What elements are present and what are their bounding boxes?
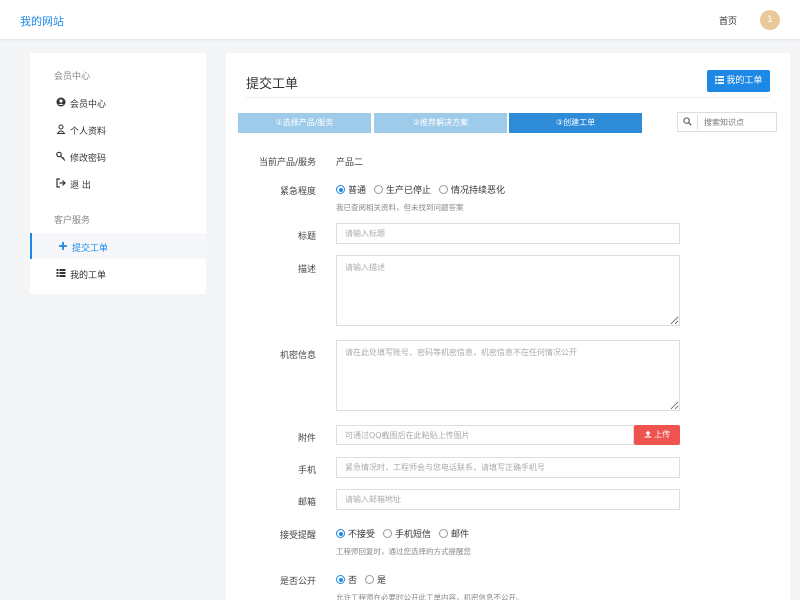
sidebar-item-my-tickets[interactable]: 我的工单 xyxy=(30,260,206,286)
site-brand-link[interactable]: 我的网站 xyxy=(20,13,64,29)
sidebar-group-customer-service: 客户服务 xyxy=(54,216,91,226)
reminder-hint: 工程师回复时，通过您选择的方式提醒您 xyxy=(336,547,471,556)
reminder-option-sms[interactable]: 手机短信 xyxy=(383,527,431,540)
top-bar: 我的网站 首页 1 xyxy=(0,0,800,40)
avatar[interactable]: 1 xyxy=(760,10,780,30)
radio-label: 生产已停止 xyxy=(386,186,432,196)
my-tickets-button-label: 我的工单 xyxy=(726,76,763,86)
sidebar-item-label: 提交工单 xyxy=(72,244,109,254)
step-recommended-solution[interactable]: ②推荐解决方案 xyxy=(374,113,507,133)
upload-button[interactable]: 上传 xyxy=(634,425,680,445)
title-input[interactable] xyxy=(336,223,680,244)
list-icon xyxy=(56,268,66,278)
home-link[interactable]: 首页 xyxy=(719,14,737,27)
reminder-option-none[interactable]: 不接受 xyxy=(336,527,375,540)
sidebar-item-label: 会员中心 xyxy=(70,100,107,110)
radio-label: 情况持续恶化 xyxy=(451,186,506,196)
radio-icon xyxy=(383,529,393,538)
public-label: 是否公开 xyxy=(279,577,316,587)
urgency-hint: 我已查阅相关资料，但未找到问题答案 xyxy=(336,203,464,212)
kb-search-input[interactable] xyxy=(697,115,773,130)
radio-label: 普通 xyxy=(348,186,367,196)
phone-input[interactable] xyxy=(336,457,680,478)
public-option-no[interactable]: 否 xyxy=(336,573,357,586)
attachment-input[interactable] xyxy=(336,425,634,445)
main-panel: 提交工单 我的工单 ①选择产品/服务 ②推荐解决方案 ③创建工单 当前产品/服务… xyxy=(226,53,790,600)
radio-icon xyxy=(365,575,375,584)
radio-checked-icon xyxy=(336,185,345,194)
sidebar-item-label: 我的工单 xyxy=(70,271,107,281)
user-icon xyxy=(56,124,66,134)
urgency-option-worsening[interactable]: 情况持续恶化 xyxy=(439,183,505,196)
reminder-option-email[interactable]: 邮件 xyxy=(439,527,469,540)
sidebar-item-submit-ticket[interactable]: 提交工单 xyxy=(30,233,206,259)
my-tickets-button[interactable]: 我的工单 xyxy=(707,70,770,92)
radio-label: 不接受 xyxy=(348,530,376,540)
radio-label: 邮件 xyxy=(451,530,470,540)
urgency-radio-group: 普通 生产已停止 情况持续恶化 xyxy=(336,183,513,196)
public-hint: 允许工程师在必要时公开此工单内容，机密信息不公开。 xyxy=(336,593,524,600)
sidebar-item-label: 修改密码 xyxy=(70,154,107,164)
title-divider xyxy=(246,97,770,98)
upload-button-label: 上传 xyxy=(654,430,671,439)
plus-icon xyxy=(58,241,68,251)
sidebar-item-label: 个人资料 xyxy=(70,127,107,137)
page-title: 提交工单 xyxy=(246,77,299,92)
radio-checked-icon xyxy=(336,575,345,584)
kb-search-box xyxy=(677,112,777,132)
radio-icon xyxy=(439,529,449,538)
logout-icon xyxy=(56,178,66,188)
list-icon xyxy=(714,76,724,84)
attachment-label: 附件 xyxy=(297,434,316,444)
secret-info-textarea[interactable] xyxy=(336,340,680,411)
secret-info-label: 机密信息 xyxy=(279,351,316,361)
radio-label: 是 xyxy=(377,576,387,586)
radio-label: 手机短信 xyxy=(395,530,432,540)
description-label: 描述 xyxy=(297,265,316,275)
email-input[interactable] xyxy=(336,489,680,510)
description-textarea[interactable] xyxy=(336,255,680,326)
sidebar-item-profile[interactable]: 个人资料 xyxy=(30,116,206,142)
sidebar-item-change-password[interactable]: 修改密码 xyxy=(30,143,206,169)
step-create-ticket[interactable]: ③创建工单 xyxy=(509,113,642,133)
reminder-radio-group: 不接受 手机短信 邮件 xyxy=(336,527,477,540)
sidebar-item-label: 退 出 xyxy=(70,181,91,191)
product-value: 产品二 xyxy=(336,158,364,168)
sidebar-group-member-center: 会员中心 xyxy=(54,72,91,82)
sidebar-item-member-center[interactable]: 会员中心 xyxy=(30,89,206,115)
upload-icon xyxy=(644,430,651,438)
sidebar: 会员中心 会员中心 个人资料 修改密码 退 出 客户服务 提交工单 我的工单 xyxy=(30,53,206,294)
user-circle-icon xyxy=(56,97,66,107)
email-label: 邮箱 xyxy=(297,498,316,508)
phone-label: 手机 xyxy=(297,466,316,476)
key-icon xyxy=(56,151,66,161)
radio-checked-icon xyxy=(336,529,345,538)
urgency-label: 紧急程度 xyxy=(279,187,316,197)
sidebar-item-logout[interactable]: 退 出 xyxy=(30,170,206,196)
urgency-option-production-stopped[interactable]: 生产已停止 xyxy=(374,183,431,196)
product-label: 当前产品/服务 xyxy=(258,158,316,168)
step-select-product[interactable]: ①选择产品/服务 xyxy=(238,113,371,133)
radio-label: 否 xyxy=(348,576,358,586)
urgency-option-normal[interactable]: 普通 xyxy=(336,183,366,196)
reminder-label: 接受提醒 xyxy=(279,531,316,541)
radio-icon xyxy=(439,185,449,194)
search-icon xyxy=(683,117,692,129)
radio-icon xyxy=(374,185,384,194)
title-label: 标题 xyxy=(297,232,316,242)
public-option-yes[interactable]: 是 xyxy=(365,573,386,586)
public-radio-group: 否 是 xyxy=(336,573,394,586)
